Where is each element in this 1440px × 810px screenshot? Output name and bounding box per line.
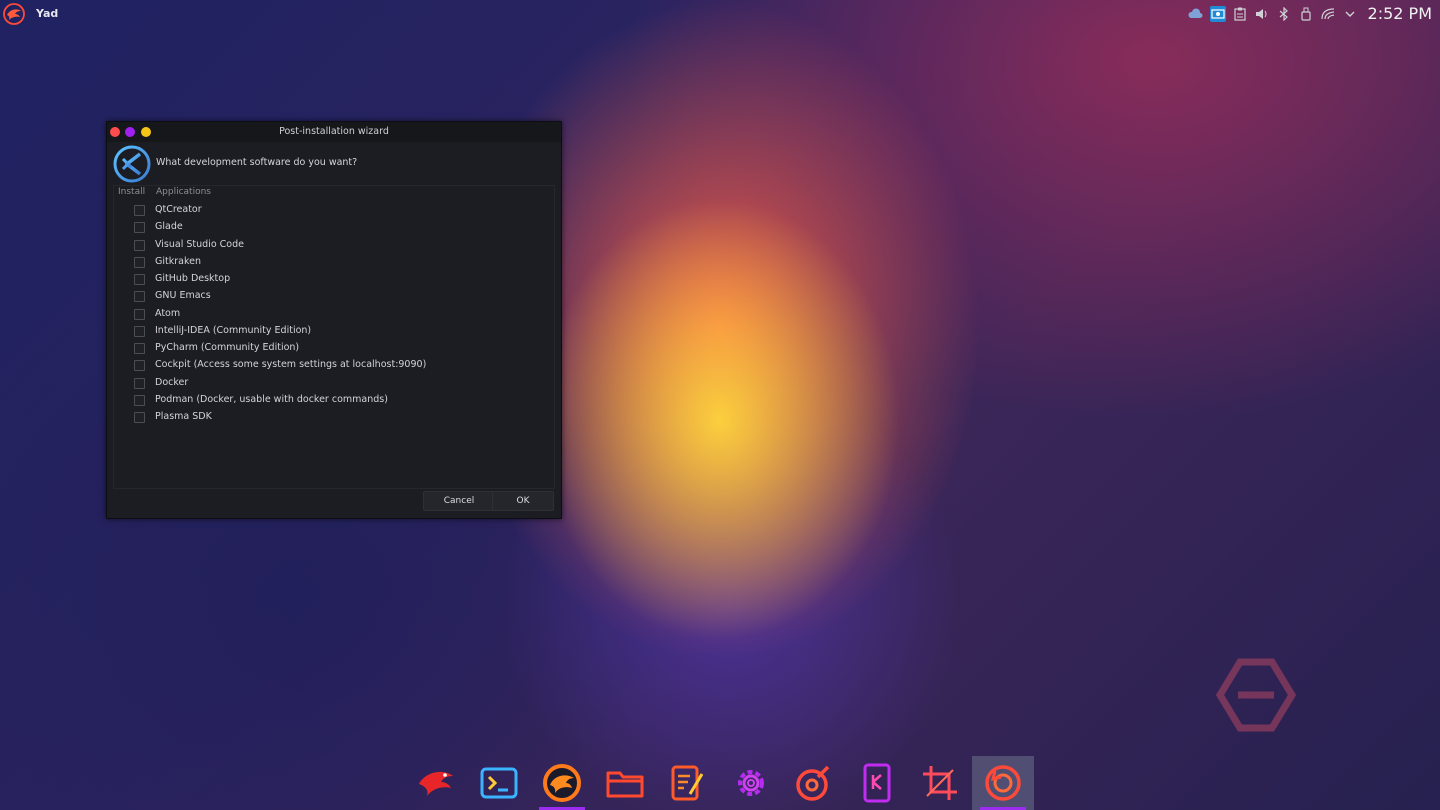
dock-item-crop[interactable] [909, 756, 971, 810]
weather-icon[interactable] [1188, 6, 1204, 22]
garuda-eagle-icon[interactable] [2, 2, 26, 26]
dialog-titlebar[interactable]: Post-installation wizard [107, 122, 561, 142]
app-label: GNU Emacs [155, 290, 211, 302]
dock-item-kdeconnect[interactable] [846, 756, 908, 810]
ok-button[interactable]: OK [492, 491, 554, 511]
list-item[interactable]: Docker [114, 375, 554, 392]
timeshift-restore-icon [985, 765, 1021, 801]
app-label: Visual Studio Code [155, 238, 244, 250]
install-checkbox[interactable] [134, 325, 145, 337]
app-label: Gitkraken [155, 255, 201, 267]
garuda-welcome-icon [543, 764, 581, 802]
crop-tool-icon [923, 766, 957, 800]
list-item[interactable]: Glade [114, 219, 554, 236]
install-checkbox[interactable] [134, 343, 145, 354]
system-tray [1188, 5, 1358, 23]
music-player-icon [796, 765, 830, 801]
usb-device-icon[interactable] [1298, 6, 1314, 22]
install-checkbox[interactable] [134, 360, 145, 372]
clipboard-icon[interactable] [1232, 6, 1248, 22]
dock-item-music[interactable] [783, 756, 845, 810]
install-checkbox[interactable] [134, 239, 145, 251]
vscode-app-icon [113, 145, 151, 183]
install-checkbox[interactable] [134, 256, 145, 268]
list-item[interactable]: QtCreator [114, 202, 554, 219]
chevron-down-icon[interactable] [1342, 6, 1358, 22]
bluetooth-icon[interactable] [1276, 6, 1292, 22]
list-item[interactable]: IntelliJ-IDEA (Community Edition) [114, 323, 554, 340]
install-checkbox[interactable] [134, 377, 145, 389]
dock-item-editor[interactable] [657, 756, 719, 810]
app-label: QtCreator [155, 204, 202, 215]
list-item[interactable]: Atom [114, 306, 554, 323]
dialog-header: What development software do you want? [107, 142, 561, 184]
post-installation-dialog: Post-installation wizard What developmen… [106, 121, 562, 519]
dialog-title: Post-installation wizard [279, 126, 389, 137]
column-header-install[interactable]: Install [118, 187, 145, 197]
clock[interactable]: 2:52 PM [1368, 4, 1432, 23]
file-manager-icon [606, 771, 644, 798]
app-label: Cockpit (Access some system settings at … [155, 359, 427, 371]
settings-gear-icon [738, 770, 764, 796]
garuda-launcher-icon [419, 771, 453, 796]
install-checkbox[interactable] [134, 412, 145, 423]
terminal-icon [480, 767, 518, 799]
install-checkbox[interactable] [134, 205, 145, 216]
list-item[interactable]: PyCharm (Community Edition) [114, 340, 554, 357]
dock-item-launcher[interactable] [405, 756, 467, 810]
applications-list[interactable]: Install Applications QtCreator Glade Vis… [113, 185, 555, 489]
install-checkbox[interactable] [134, 291, 145, 303]
app-label: Podman (Docker, usable with docker comma… [155, 393, 388, 405]
dock-item-files[interactable] [594, 756, 656, 810]
top-panel: Yad 2:52 PM [0, 0, 1440, 28]
app-label: Docker [155, 376, 189, 388]
app-label: Glade [155, 221, 183, 233]
list-rows: QtCreator Glade Visual Studio Code Gitkr… [114, 202, 554, 426]
list-item[interactable]: Visual Studio Code [114, 237, 554, 254]
install-checkbox[interactable] [134, 308, 145, 320]
column-header-applications[interactable]: Applications [156, 187, 211, 197]
install-checkbox[interactable] [134, 274, 145, 285]
dock-item-welcome[interactable] [531, 756, 593, 810]
app-label: PyCharm (Community Edition) [155, 342, 300, 353]
dialog-question: What development software do you want? [156, 157, 358, 168]
list-header: Install Applications [114, 186, 554, 200]
kde-connect-icon [863, 763, 891, 803]
list-item[interactable]: Podman (Docker, usable with docker comma… [114, 392, 554, 409]
text-editor-icon [671, 765, 704, 801]
screen-capture-icon[interactable] [1210, 6, 1226, 22]
dock-item-settings[interactable] [720, 756, 782, 810]
app-label: GitHub Desktop [155, 273, 231, 284]
dock-item-timeshift[interactable] [972, 756, 1034, 810]
list-item[interactable]: Plasma SDK [114, 409, 554, 426]
list-item[interactable]: Cockpit (Access some system settings at … [114, 357, 554, 374]
install-checkbox[interactable] [134, 222, 145, 234]
volume-icon[interactable] [1254, 6, 1270, 22]
garuda-watermark-icon [1210, 656, 1302, 734]
install-checkbox[interactable] [134, 394, 145, 406]
app-label: IntelliJ-IDEA (Community Edition) [155, 324, 312, 336]
active-app-name[interactable]: Yad [36, 7, 58, 20]
dock [405, 756, 1035, 810]
app-label: Atom [155, 307, 181, 319]
list-item[interactable]: Gitkraken [114, 254, 554, 271]
dock-item-terminal[interactable] [468, 756, 530, 810]
wifi-icon[interactable] [1320, 6, 1336, 22]
app-label: Plasma SDK [155, 411, 212, 422]
list-item[interactable]: GitHub Desktop [114, 271, 554, 288]
list-item[interactable]: GNU Emacs [114, 288, 554, 305]
cancel-button[interactable]: Cancel [423, 491, 495, 511]
